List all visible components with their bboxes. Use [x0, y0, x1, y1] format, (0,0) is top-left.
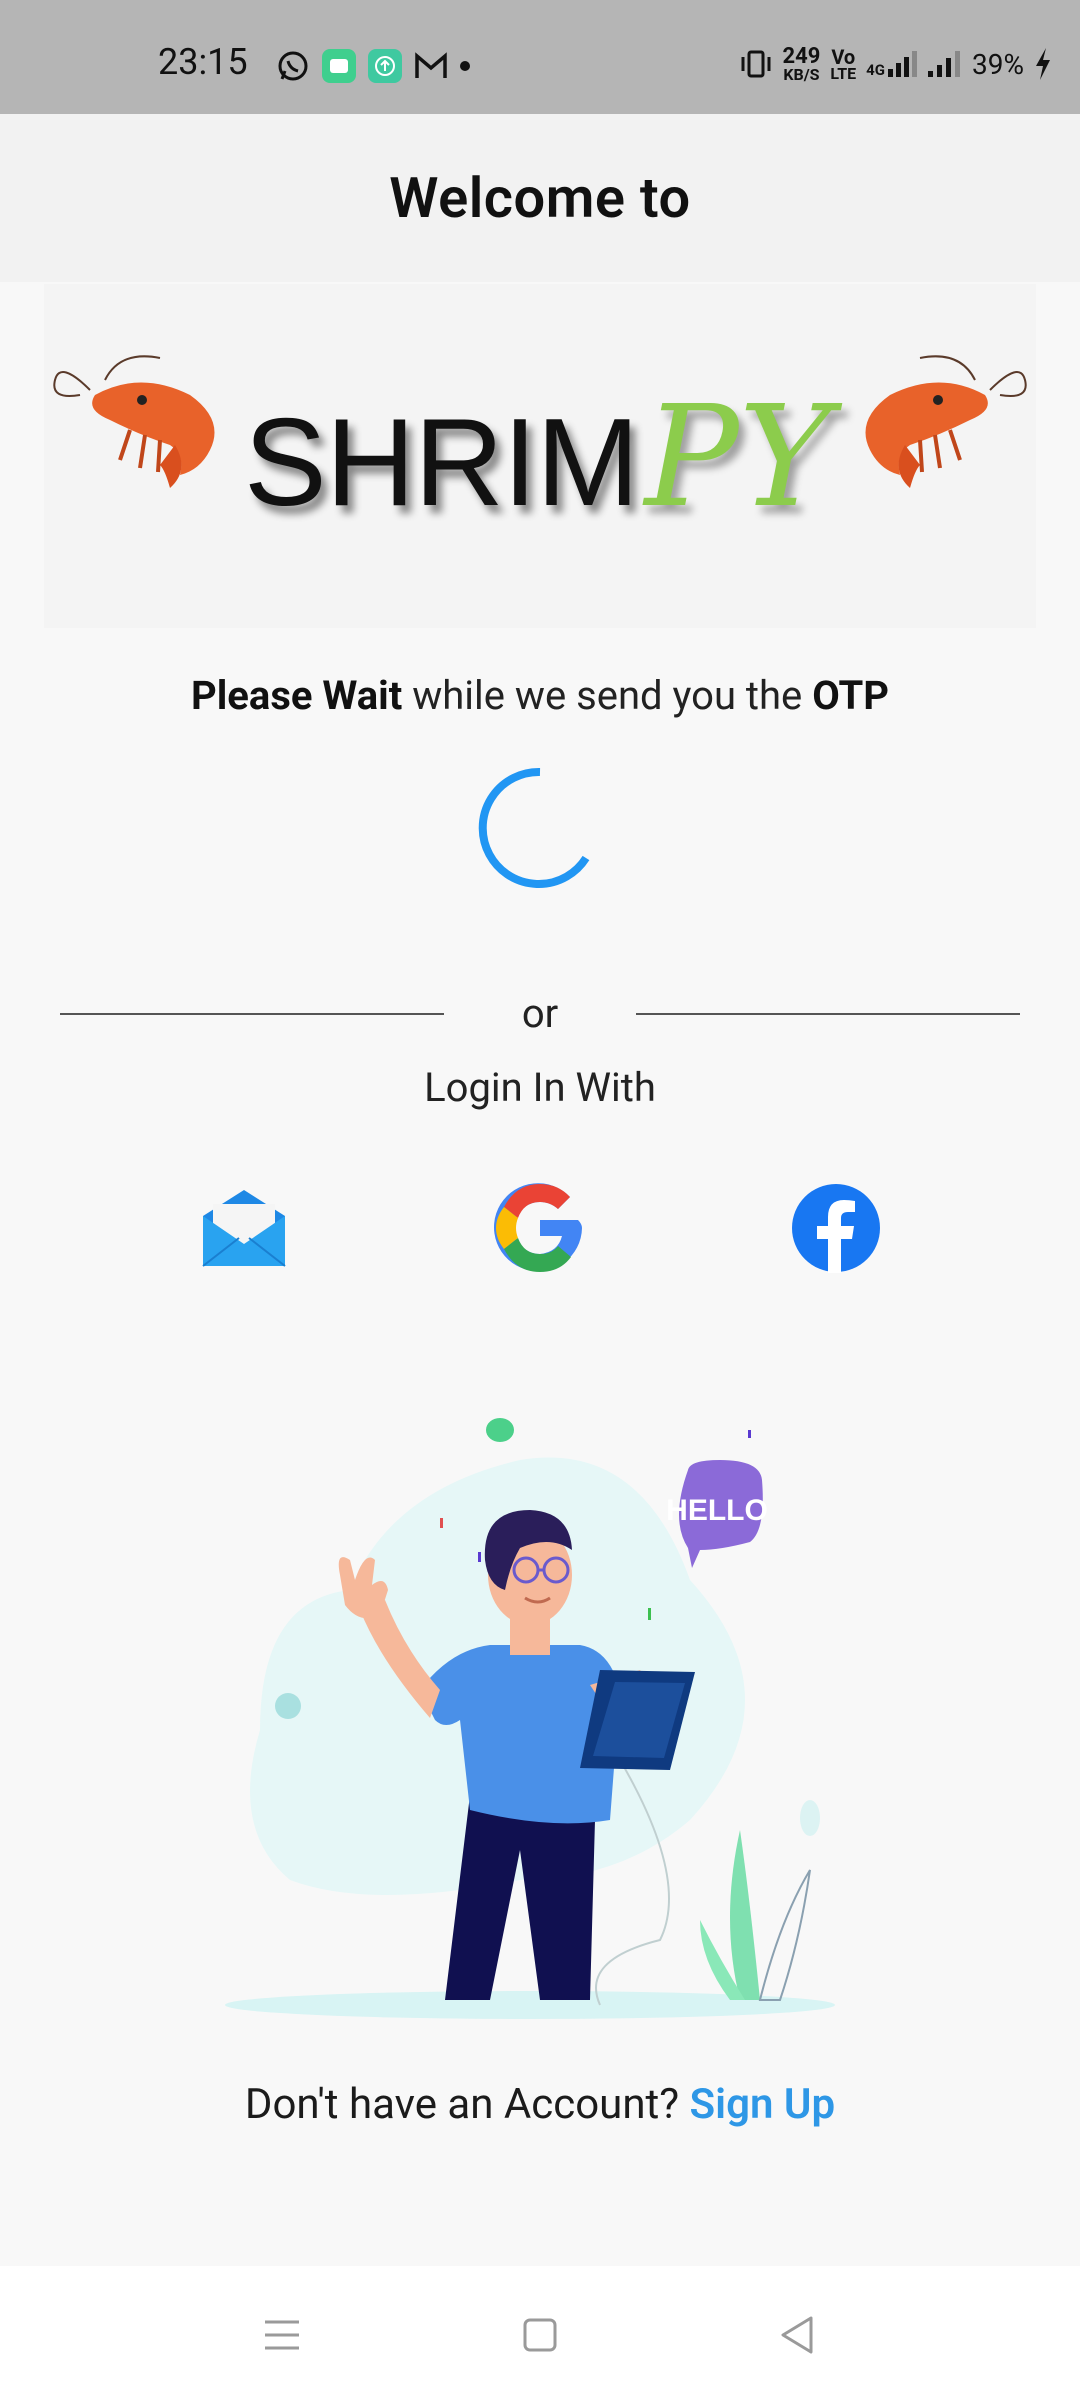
shrimp-right-icon [865, 355, 1027, 488]
hello-bubble-text: HELLO [666, 1494, 768, 1527]
app-header: Welcome to [0, 114, 1080, 282]
email-icon [202, 1190, 286, 1267]
logo-text-main: SHRIM [244, 394, 640, 532]
system-navigation-bar [0, 2266, 1080, 2400]
sign-up-link[interactable]: Sign Up [690, 2080, 836, 2129]
page-title: Welcome to [389, 165, 691, 231]
or-divider: or [60, 990, 1020, 1040]
signal-icon [888, 51, 918, 77]
gmail-icon [415, 52, 447, 78]
battery-level: 39% [972, 47, 1024, 81]
charging-icon [1036, 48, 1050, 80]
network-4g: 4G [866, 49, 918, 79]
menu-icon[interactable] [257, 2310, 307, 2360]
status-time: 23:15 [158, 41, 248, 83]
otp-wait-message: Please Wait while we send you the OTP [190, 672, 890, 719]
google-icon [494, 1183, 582, 1272]
back-icon[interactable] [773, 2310, 823, 2360]
signup-prompt-text: Don't have an Account? [244, 2080, 690, 2129]
dot-icon [460, 61, 470, 71]
status-bar: 23:15 249 KB/S Vo LTE 4G 39% [0, 0, 1080, 114]
login-with-title: Login In With [424, 1064, 656, 1111]
volte-indicator: Vo LTE [830, 44, 857, 83]
whatsapp-icon [278, 51, 308, 81]
home-icon[interactable] [515, 2310, 565, 2360]
notification-icons [276, 48, 470, 84]
upload-icon [368, 49, 402, 83]
logo-wordmark: SHRIM PY [244, 376, 831, 539]
signal-icon-2 [928, 51, 961, 77]
signup-prompt: Don't have an Account? Sign Up [0, 2080, 1080, 2129]
facebook-login-button[interactable] [788, 1180, 884, 1276]
loading-spinner [478, 767, 590, 888]
vibrate-icon [741, 50, 770, 78]
app-green-icon [322, 49, 356, 83]
network-speed: 249 KB/S [782, 43, 821, 84]
logo-text-accent: PY [644, 376, 832, 539]
email-login-button[interactable] [196, 1180, 292, 1276]
facebook-icon [792, 1184, 880, 1273]
google-login-button[interactable] [492, 1180, 588, 1276]
divider-line-right [636, 1013, 1020, 1015]
shrimpy-logo: SHRIM PY [44, 284, 1036, 628]
system-icons: 249 KB/S Vo LTE 4G 39% [739, 44, 1053, 84]
shrimp-left-icon [53, 355, 215, 488]
welcome-illustration: HELLO [225, 1418, 835, 2019]
